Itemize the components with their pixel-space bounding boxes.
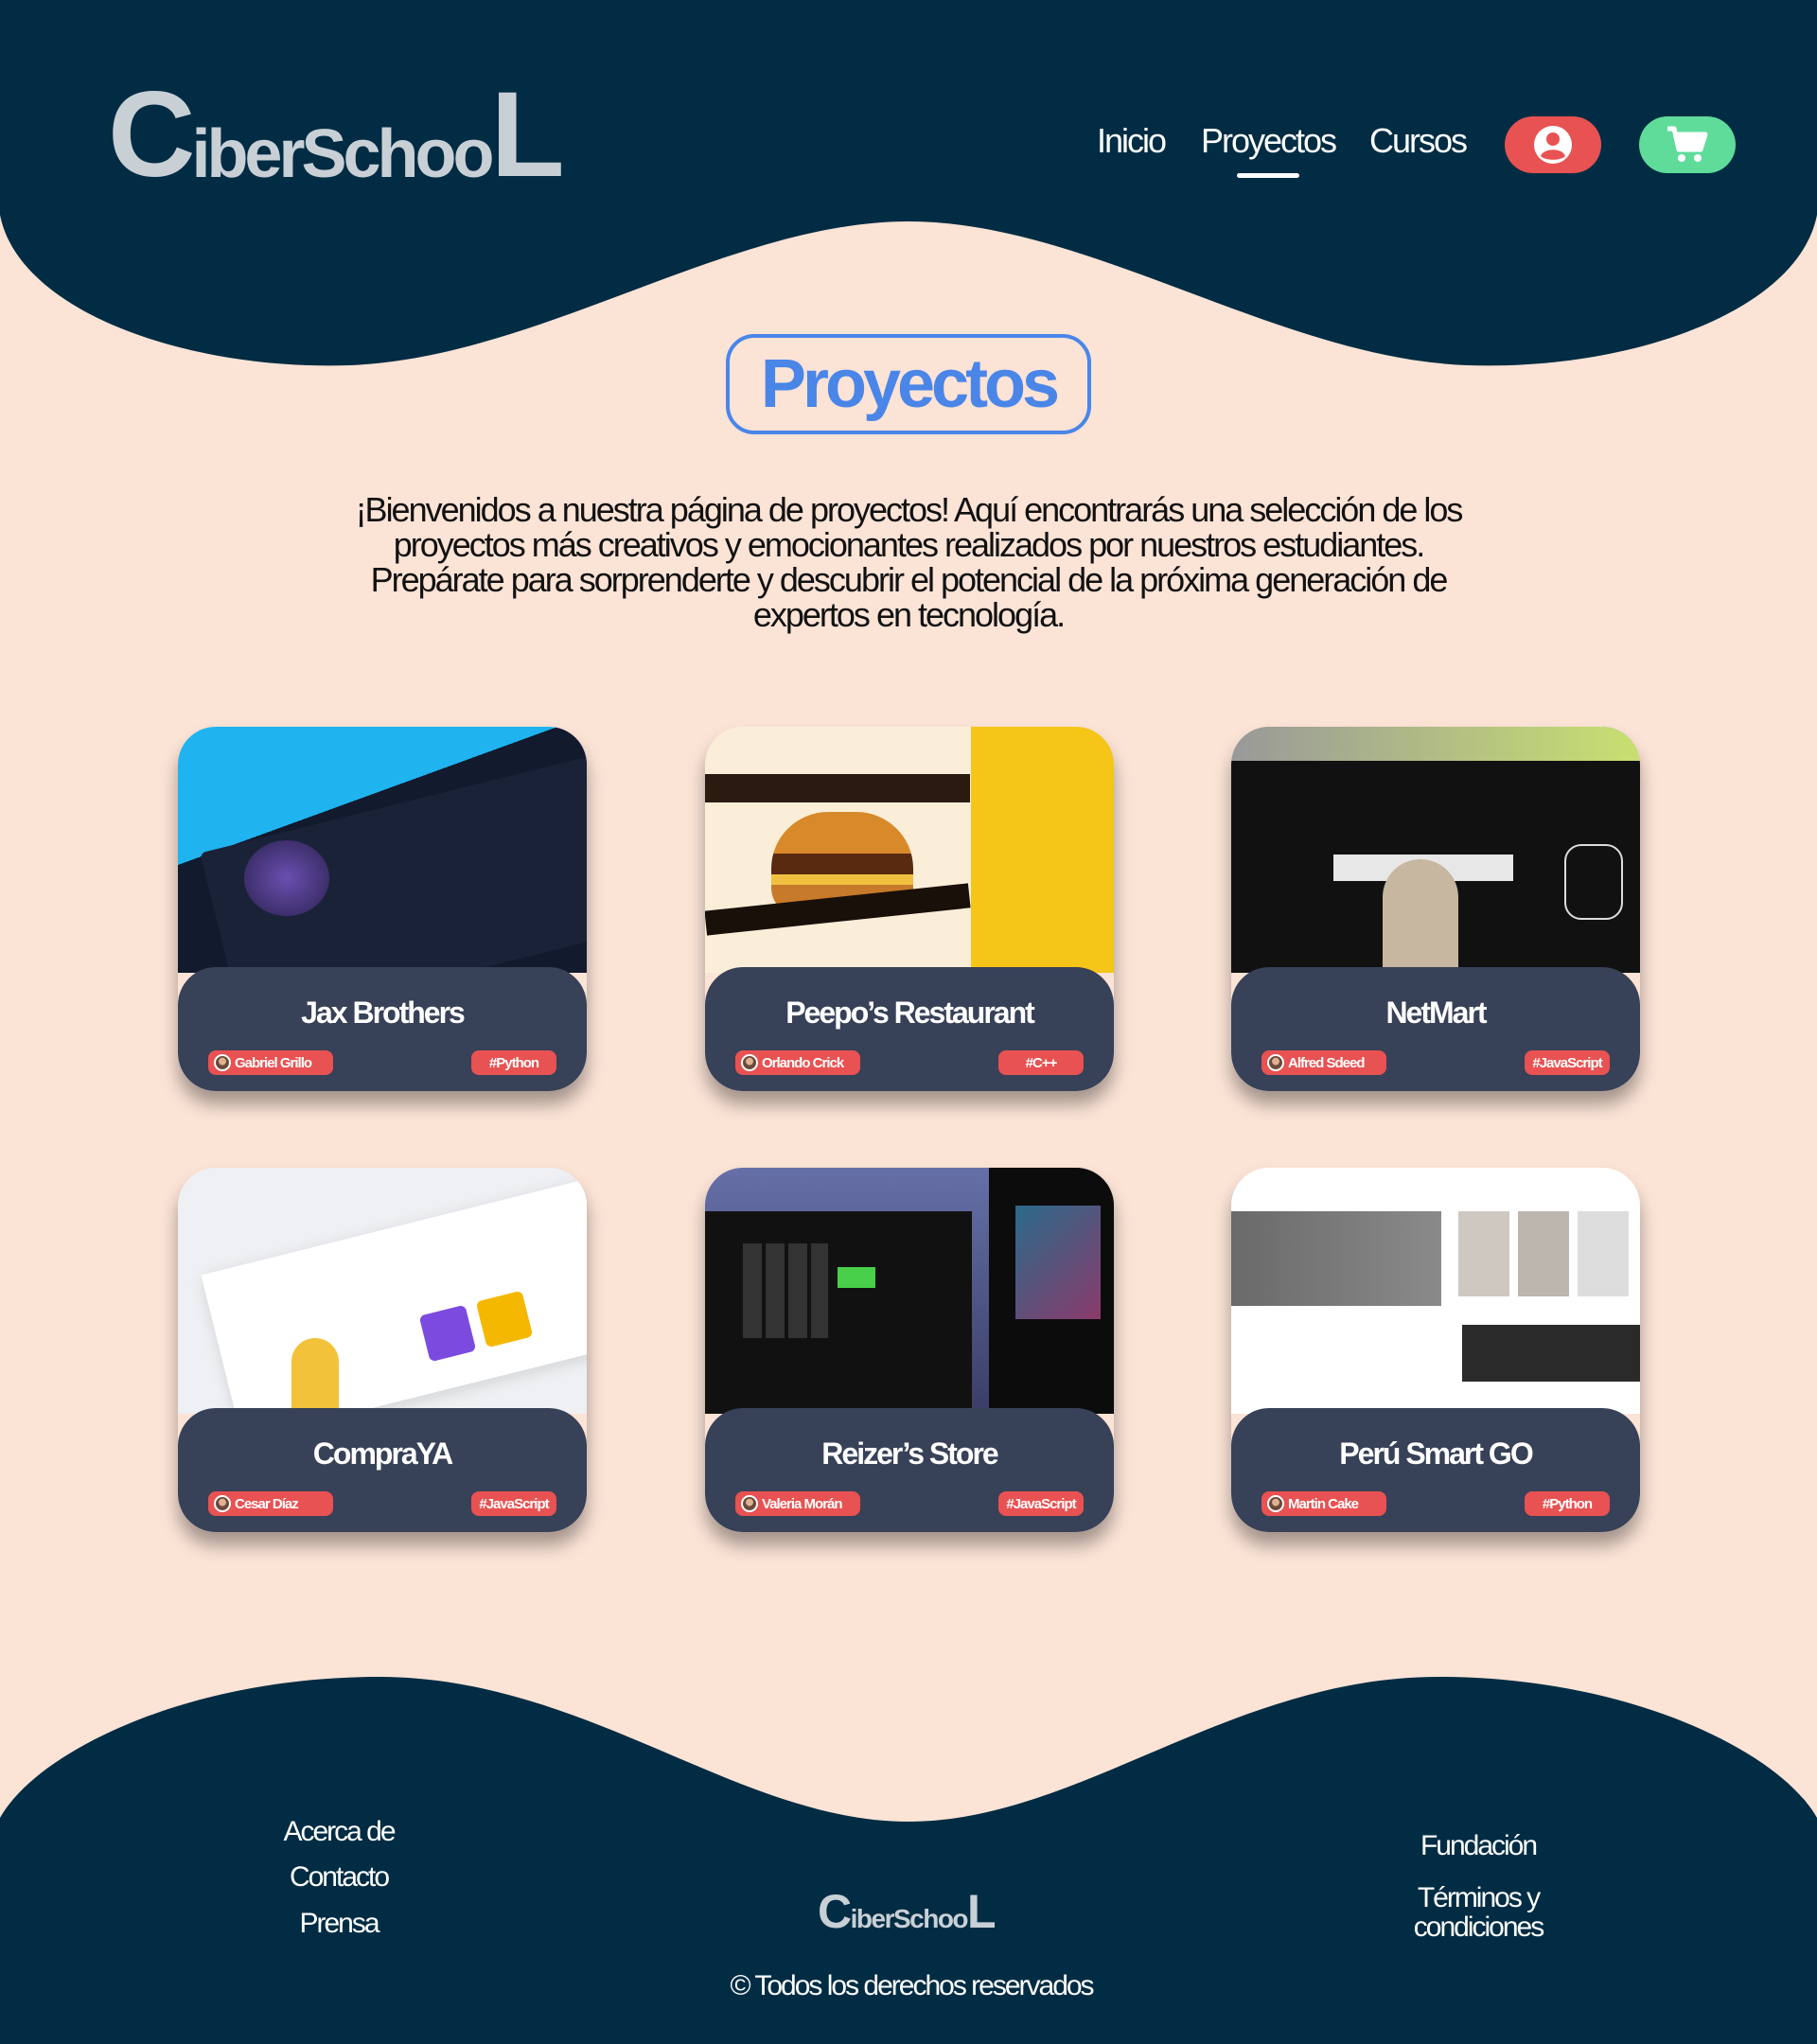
avatar (214, 1495, 231, 1512)
project-name: CompraYA (312, 1436, 453, 1471)
copyright: © Todos los derechos reservados (730, 1970, 1094, 2001)
author-chip[interactable]: Alfred Sdeed (1261, 1050, 1386, 1075)
tag-chip[interactable]: #Python (471, 1050, 556, 1075)
user-circle-icon (1534, 126, 1572, 164)
tag-chip[interactable]: #JavaScript (1525, 1050, 1610, 1075)
project-card[interactable]: Jax Brothers Gabriel Grillo #Python (178, 727, 587, 1091)
project-name: Peepo’s Restaurant (785, 996, 1035, 1030)
avatar (214, 1054, 231, 1071)
project-card[interactable]: CompraYA Cesar Díaz #JavaScript (178, 1168, 587, 1532)
logo[interactable]: C iberSchoo L (108, 74, 565, 195)
author-chip[interactable]: Cesar Díaz (208, 1491, 333, 1516)
cart-icon (1667, 126, 1708, 162)
author-chip[interactable]: Martin Cake (1261, 1491, 1386, 1516)
project-name: Reizer’s Store (821, 1436, 998, 1471)
project-name: Jax Brothers (301, 996, 466, 1030)
author-chip[interactable]: Valeria Morán (735, 1491, 860, 1516)
author-chip[interactable]: Gabriel Grillo (208, 1050, 333, 1075)
project-card[interactable]: Reizer’s Store Valeria Morán #JavaScript (705, 1168, 1114, 1532)
nav-cursos[interactable]: Cursos (1369, 121, 1468, 161)
avatar (741, 1054, 758, 1071)
project-screenshot (178, 727, 587, 1028)
author-chip[interactable]: Orlando Crick (735, 1050, 860, 1075)
tag-chip[interactable]: #JavaScript (998, 1491, 1084, 1516)
intro-text: ¡Bienvenidos a nuestra página de proyect… (355, 490, 1464, 634)
page-title: Proyectos (726, 334, 1091, 434)
nav-inicio[interactable]: Inicio (1097, 121, 1167, 161)
footer-logo: C iberSchoo L (818, 1885, 997, 1938)
avatar (1267, 1495, 1284, 1512)
user-button[interactable] (1505, 116, 1601, 173)
cart-button[interactable] (1639, 116, 1736, 173)
footer-link-fundacion[interactable]: Fundación (1420, 1831, 1538, 1860)
avatar (1267, 1054, 1284, 1071)
footer-link-contacto[interactable]: Contacto (290, 1862, 390, 1892)
project-card[interactable]: Peepo’s Restaurant Orlando Crick #C++ (705, 727, 1114, 1091)
project-screenshot (705, 727, 1114, 973)
project-screenshot (705, 1168, 1114, 1414)
project-card[interactable]: Perú Smart GO Martin Cake #Python (1231, 1168, 1640, 1532)
avatar (741, 1495, 758, 1512)
project-screenshot (1231, 727, 1640, 973)
footer-link-prensa[interactable]: Prensa (299, 1909, 379, 1938)
project-screenshot (1231, 1168, 1640, 1414)
project-name: NetMart (1385, 996, 1487, 1030)
project-card[interactable]: NetMart Alfred Sdeed #JavaScript (1231, 727, 1640, 1091)
tag-chip[interactable]: #Python (1525, 1491, 1610, 1516)
project-name: Perú Smart GO (1339, 1436, 1533, 1471)
tag-chip[interactable]: #JavaScript (471, 1491, 556, 1516)
tag-chip[interactable]: #C++ (998, 1050, 1084, 1075)
nav-proyectos[interactable]: Proyectos (1201, 121, 1337, 161)
project-screenshot (178, 1168, 587, 1441)
footer-link-terminos[interactable]: Términos y condiciones (1407, 1883, 1549, 1942)
footer-link-acerca[interactable]: Acerca de (283, 1817, 396, 1846)
